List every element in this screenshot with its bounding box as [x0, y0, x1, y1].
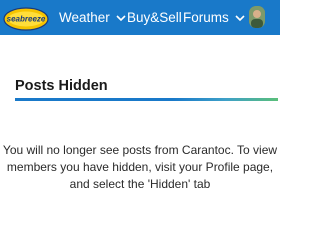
- dialog-title: Posts Hidden: [15, 78, 108, 94]
- nav-weather-label: Weather: [59, 10, 110, 25]
- message-line: and select the 'Hidden' tab: [69, 177, 211, 191]
- user-avatar[interactable]: [249, 6, 265, 28]
- nav-forums-label: Forums: [183, 10, 229, 25]
- chevron-down-icon: [235, 14, 245, 21]
- nav-forums[interactable]: Forums: [183, 0, 245, 35]
- nav-weather[interactable]: Weather: [59, 0, 126, 35]
- nav-buy-sell[interactable]: Buy&Sell: [127, 0, 182, 35]
- message-line: members you have hidden, visit your Prof…: [6, 160, 274, 174]
- avatar-image: [249, 6, 265, 28]
- nav-buy-sell-label: Buy&Sell: [127, 10, 182, 25]
- top-navigation-bar: seabreeze Weather Buy&Sell Forums: [0, 0, 280, 35]
- dialog-message: You will no longer see posts from Carant…: [0, 142, 280, 193]
- message-line: You will no longer see posts from Carant…: [2, 143, 278, 157]
- svg-text:seabreeze: seabreeze: [7, 15, 46, 24]
- seabreeze-logo[interactable]: seabreeze: [3, 6, 49, 32]
- chevron-down-icon: [116, 14, 126, 21]
- title-divider: [15, 98, 278, 101]
